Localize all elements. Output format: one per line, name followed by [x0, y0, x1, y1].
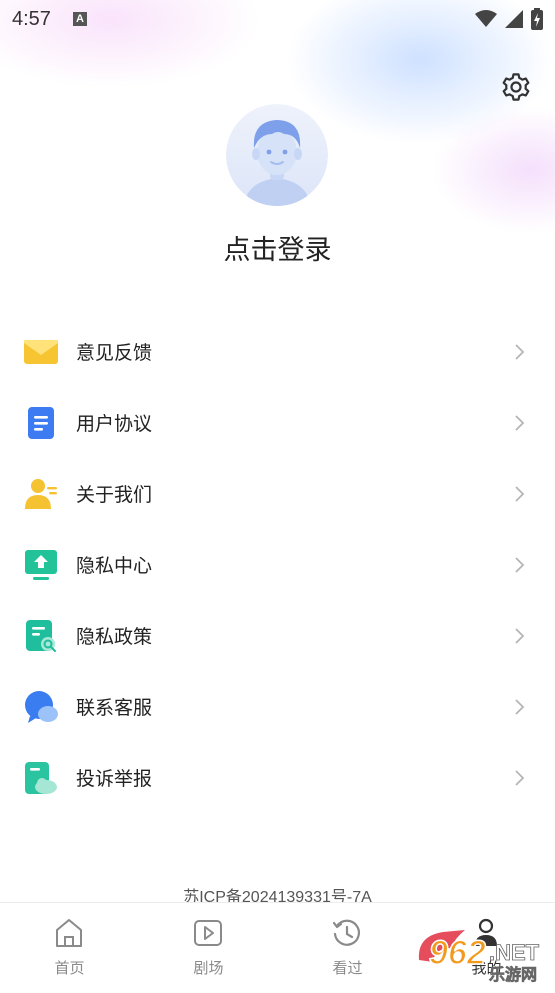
login-prompt[interactable]: 点击登录	[0, 228, 555, 267]
site-watermark: 962 .NET 乐游网	[415, 918, 555, 988]
report-icon	[25, 761, 57, 794]
mail-icon	[24, 339, 58, 364]
menu-item-feedback[interactable]: 意见反馈	[0, 316, 555, 387]
avatar[interactable]	[226, 104, 328, 206]
default-avatar-icon	[226, 104, 328, 206]
menu-item-user-agreement[interactable]: 用户协议	[0, 387, 555, 458]
watermark-logo-icon: 962 .NET 乐游网	[418, 930, 540, 984]
menu-item-label: 投诉举报	[76, 769, 153, 790]
menu-item-report[interactable]: 投诉举报	[0, 742, 555, 813]
menu-item-label: 关于我们	[76, 485, 153, 506]
menu-item-customer-service[interactable]: 联系客服	[0, 671, 555, 742]
chevron-right-icon	[515, 698, 525, 715]
chevron-right-icon	[515, 414, 525, 431]
history-icon	[332, 919, 361, 946]
policy-icon	[26, 619, 56, 652]
tab-history[interactable]: 看过	[278, 903, 417, 989]
document-icon	[28, 406, 54, 439]
status-bar: 4:57 A	[0, 0, 555, 38]
battery-icon	[531, 8, 543, 30]
tab-label: 剧场	[193, 960, 224, 977]
menu-item-label: 联系客服	[76, 698, 153, 719]
watermark-suffix: .NET	[489, 940, 540, 965]
signal-icon	[505, 10, 523, 28]
status-time: 4:57	[12, 7, 51, 30]
person-icon	[25, 478, 57, 509]
menu-item-label: 隐私政策	[76, 627, 153, 648]
play-icon	[194, 920, 222, 946]
menu-item-label: 隐私中心	[76, 556, 153, 577]
monitor-upload-icon	[25, 549, 57, 580]
wifi-icon	[475, 10, 497, 27]
gear-icon	[502, 73, 530, 101]
menu-item-privacy-center[interactable]: 隐私中心	[0, 529, 555, 600]
chevron-right-icon	[515, 556, 525, 573]
menu-item-privacy-policy[interactable]: 隐私政策	[0, 600, 555, 671]
tab-label: 看过	[332, 960, 363, 977]
menu-item-label: 用户协议	[76, 414, 153, 435]
home-icon	[56, 919, 82, 947]
settings-menu: 意见反馈 用户协议 关于我们 隐私中心 隐私政策 联系客服 投诉举报	[0, 316, 555, 813]
chevron-right-icon	[515, 769, 525, 786]
tab-label: 首页	[54, 960, 85, 977]
watermark-text: 乐游网	[489, 965, 537, 984]
tab-home[interactable]: 首页	[0, 903, 139, 989]
chevron-right-icon	[515, 343, 525, 360]
settings-button[interactable]	[497, 68, 535, 106]
chevron-right-icon	[515, 485, 525, 502]
chat-bubble-icon	[25, 690, 58, 723]
tab-theater[interactable]: 剧场	[139, 903, 278, 989]
menu-item-about[interactable]: 关于我们	[0, 458, 555, 529]
menu-item-label: 意见反馈	[76, 343, 153, 364]
notification-a-icon: A	[72, 12, 87, 26]
watermark-number: 962	[429, 934, 486, 972]
chevron-right-icon	[515, 627, 525, 644]
